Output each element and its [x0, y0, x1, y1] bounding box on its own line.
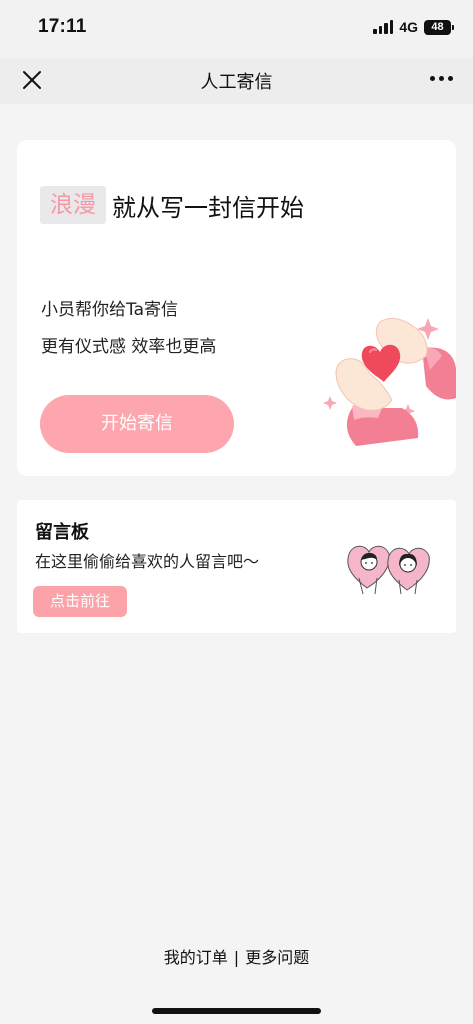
footer-links: 我的订单 | 更多问题 — [0, 944, 473, 968]
headline: 浪漫 就从写一封信开始 — [40, 186, 304, 224]
footer-separator: | — [233, 948, 240, 967]
nav-bar: 人工寄信 — [0, 58, 473, 104]
more-questions-link[interactable]: 更多问题 — [245, 948, 309, 967]
go-to-board-button[interactable]: 点击前往 — [33, 586, 127, 617]
start-sending-button[interactable]: 开始寄信 — [40, 395, 234, 453]
page-title: 人工寄信 — [200, 72, 273, 93]
board-title: 留言板 — [35, 522, 89, 543]
status-icons: 4G 48 — [373, 19, 454, 35]
network-label: 4G — [399, 19, 418, 35]
heart-hands-illustration — [322, 308, 456, 448]
headline-text: 就从写一封信开始 — [112, 193, 304, 222]
description-line-2: 更有仪式感 效率也更高 — [41, 337, 217, 357]
description-line-1: 小员帮你给Ta寄信 — [41, 300, 178, 320]
signal-icon — [373, 20, 394, 34]
board-subtitle: 在这里偷偷给喜欢的人留言吧～ — [35, 552, 260, 571]
my-orders-link[interactable]: 我的订单 — [164, 948, 228, 967]
send-letter-card: 浪漫 就从写一封信开始 小员帮你给Ta寄信 更有仪式感 效率也更高 开始寄信 — [17, 140, 456, 476]
couple-hearts-illustration — [345, 538, 431, 596]
status-time: 17:11 — [38, 16, 87, 37]
highlight-tag: 浪漫 — [40, 186, 106, 224]
status-bar: 17:11 4G 48 — [0, 0, 473, 58]
battery-level: 48 — [431, 21, 444, 33]
home-indicator — [152, 1008, 321, 1014]
battery-icon: 48 — [424, 19, 454, 35]
message-board-card[interactable]: 留言板 在这里偷偷给喜欢的人留言吧～ 点击前往 — [17, 500, 456, 633]
more-icon[interactable] — [430, 76, 453, 81]
